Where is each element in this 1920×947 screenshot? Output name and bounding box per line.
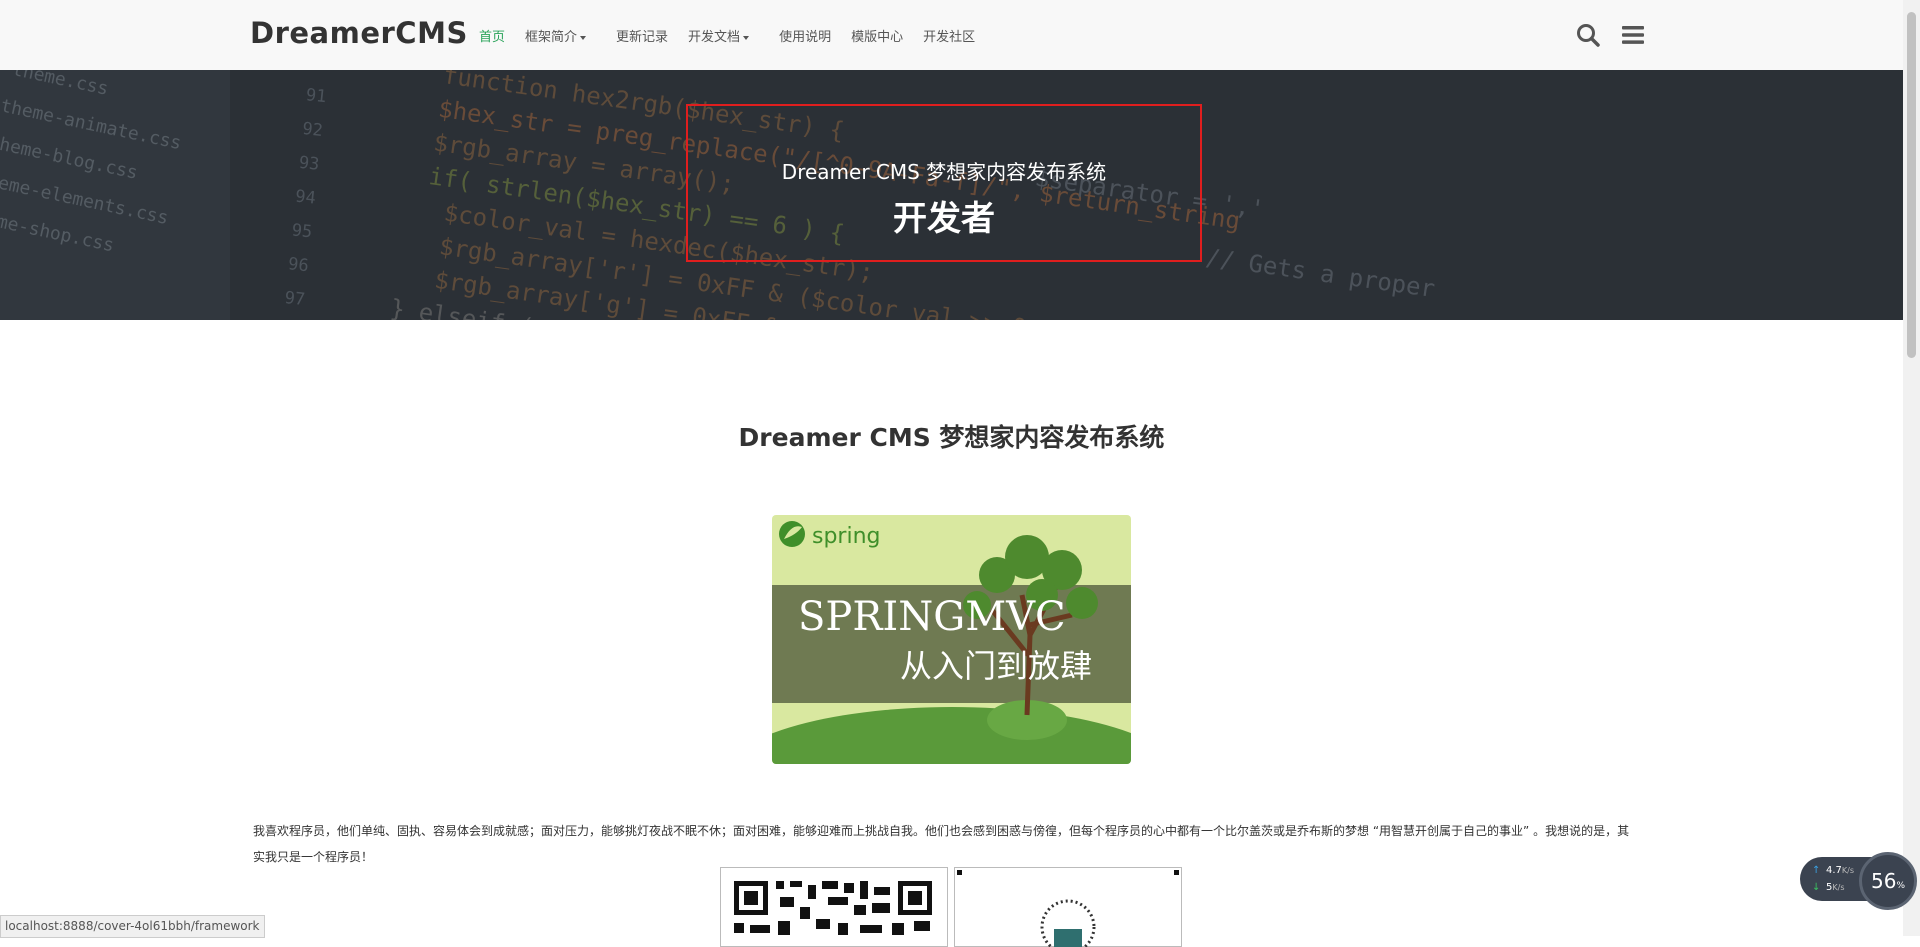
search-icon[interactable] bbox=[1575, 22, 1601, 48]
nav-usage[interactable]: 使用说明 bbox=[779, 26, 831, 45]
status-bar-url: localhost:8888/cover-4ol61bbh/framework bbox=[0, 915, 265, 938]
navbar: DreamerCMS 首页 框架简介 更新记录 开发文档 使用说明 模版中心 开… bbox=[0, 0, 1903, 71]
vertical-scrollbar[interactable] bbox=[1903, 0, 1920, 936]
scrollbar-thumb[interactable] bbox=[1907, 12, 1916, 358]
brand-logo[interactable]: DreamerCMS bbox=[250, 16, 468, 50]
cover-title: SPRINGMVC bbox=[798, 594, 1066, 640]
upload-speed: ↑ 4.7K/s bbox=[1812, 865, 1855, 876]
qr-code-image[interactable] bbox=[720, 867, 948, 947]
spring-logo: spring bbox=[812, 524, 881, 549]
cover-subtitle: 从入门到放肆 bbox=[900, 647, 1092, 685]
arrow-down-icon: ↓ bbox=[1812, 882, 1821, 893]
arrow-up-icon: ↑ bbox=[1812, 865, 1821, 876]
caret-down-icon bbox=[743, 35, 750, 40]
main-nav: 首页 框架简介 更新记录 开发文档 使用说明 模版中心 开发社区 bbox=[479, 26, 995, 45]
nav-dev-docs[interactable]: 开发文档 bbox=[688, 26, 750, 45]
nav-changelog[interactable]: 更新记录 bbox=[616, 26, 668, 45]
nav-community[interactable]: 开发社区 bbox=[923, 26, 975, 45]
cpu-gauge[interactable]: 56% bbox=[1859, 852, 1917, 910]
banner-title: 开发者 bbox=[893, 199, 995, 239]
intro-paragraph: 我喜欢程序员，他们单纯、固执、容易体会到成就感；面对压力，能够挑灯夜战不眠不休；… bbox=[253, 824, 1630, 864]
caret-down-icon bbox=[580, 35, 587, 40]
banner-subtitle: Dreamer CMS 梦想家内容发布系统 bbox=[781, 160, 1107, 184]
wechat-qr-image[interactable] bbox=[954, 867, 1182, 947]
nav-templates[interactable]: 模版中心 bbox=[851, 26, 903, 45]
nav-home[interactable]: 首页 bbox=[479, 26, 505, 45]
download-speed: ↓ 5K/s bbox=[1812, 882, 1845, 893]
section-title: Dreamer CMS 梦想家内容发布系统 bbox=[738, 423, 1165, 452]
book-cover-image[interactable]: spring SPRINGMVC 从入门到放肆 bbox=[772, 515, 1131, 764]
banner-highlight-box: Dreamer CMS 梦想家内容发布系统 开发者 bbox=[686, 104, 1202, 262]
network-speed-widget[interactable]: ↑ 4.7K/s ↓ 5K/s 56% bbox=[1800, 852, 1920, 918]
nav-framework-intro[interactable]: 框架简介 bbox=[525, 26, 587, 45]
hero-banner: theme.css theme-animate.css theme-blog.c… bbox=[0, 70, 1903, 320]
menu-icon[interactable] bbox=[1620, 22, 1646, 48]
